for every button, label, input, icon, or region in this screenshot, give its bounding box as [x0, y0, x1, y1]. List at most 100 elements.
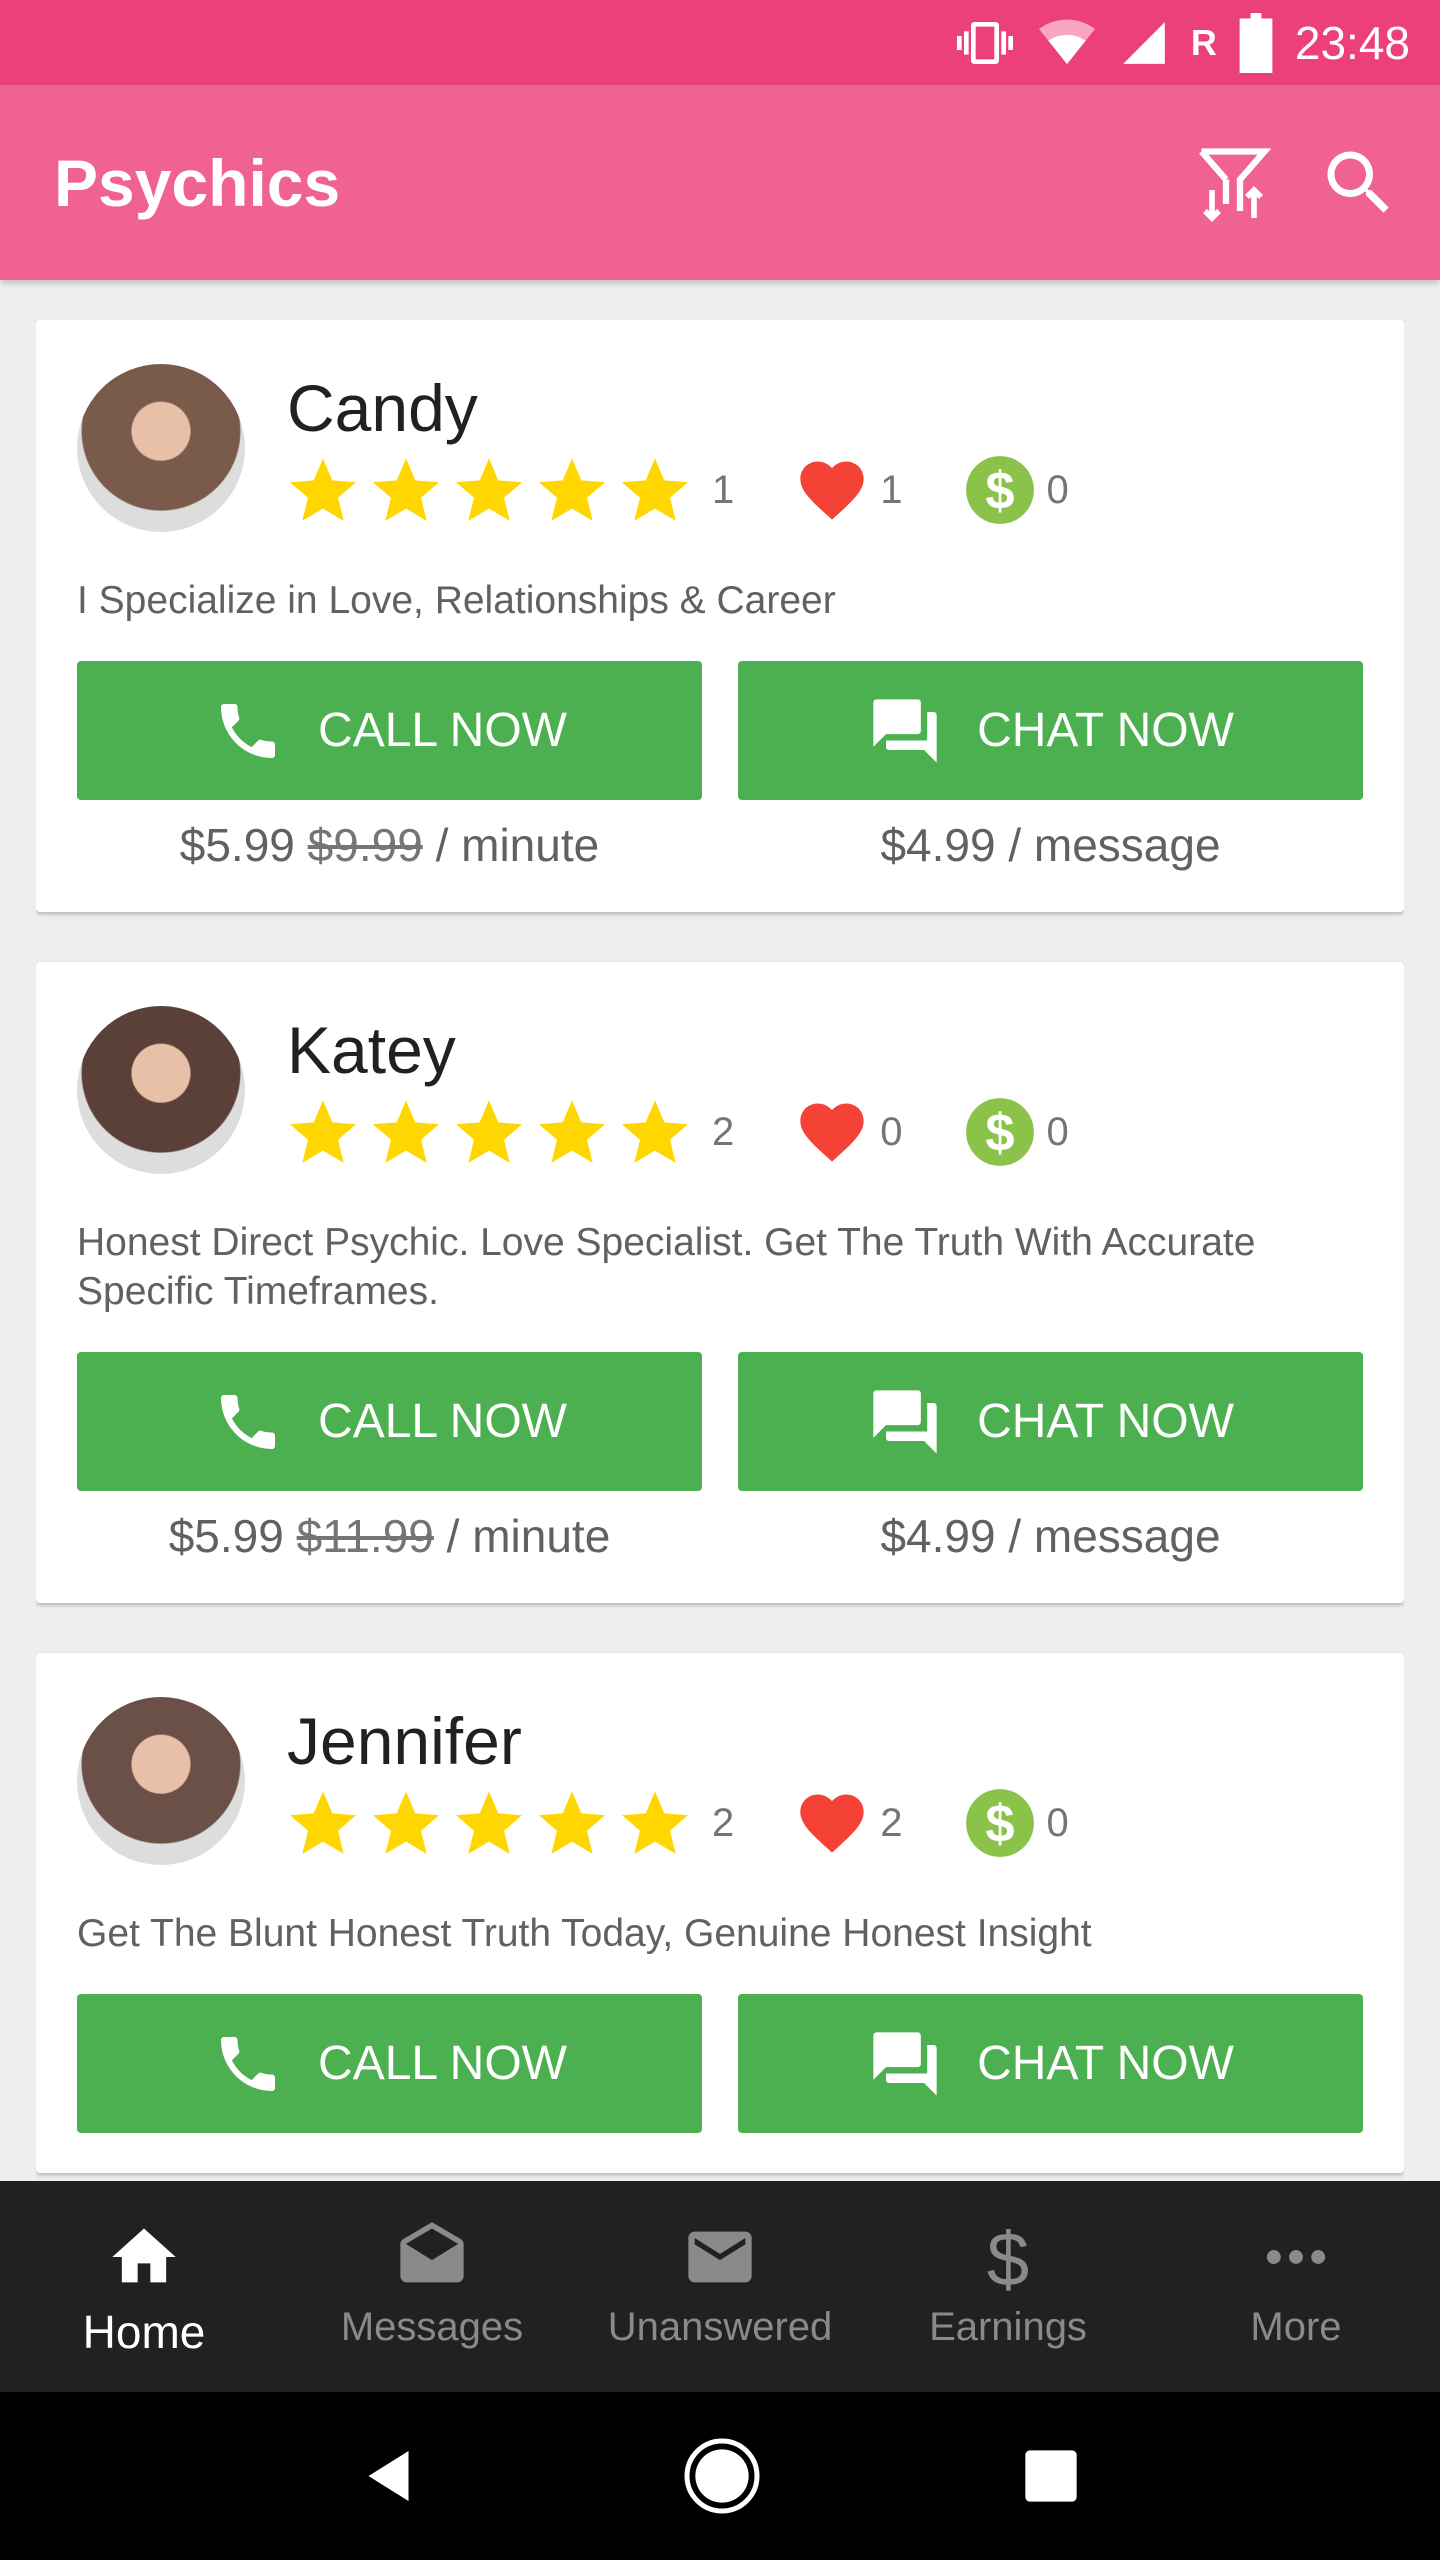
svg-text:$: $ [987, 2219, 1029, 2295]
call-price-unit: / minute [435, 819, 600, 871]
earnings-count: 0 [1046, 467, 1069, 512]
phone-icon [221, 1394, 276, 1449]
call-now-label: CALL NOW [318, 2037, 567, 2090]
bottom-navigation: Home Messages Unanswered $ Earnings More [0, 2181, 1440, 2392]
phone-icon [221, 2036, 276, 2091]
app-bar: Psychics [0, 85, 1440, 280]
chat-now-button[interactable]: CHAT NOW [738, 1352, 1363, 1491]
nav-item-more[interactable]: More [1152, 2181, 1440, 2392]
call-price-original: $11.99 [296, 1510, 434, 1562]
dollar-circle-icon: $ [965, 456, 1034, 524]
psychic-card[interactable]: Jennifer 2 2 $ 0 Get The Blunt Honest Tr… [36, 1653, 1404, 2173]
chat-now-button[interactable]: CHAT NOW [738, 661, 1363, 800]
dollar-circle-icon: $ [965, 1789, 1034, 1857]
psychic-list[interactable]: Candy 1 1 $ 0 I Specialize in Love, Rela… [36, 320, 1404, 2181]
favorite-count: 2 [880, 1800, 903, 1845]
phone-icon [221, 703, 276, 758]
call-price-original: $9.99 [307, 819, 423, 871]
call-now-button[interactable]: CALL NOW [77, 1352, 702, 1491]
favorite-count: 0 [880, 1109, 903, 1154]
star-icon [456, 458, 522, 521]
star-icon [539, 1791, 605, 1854]
psychic-card[interactable]: Katey 2 0 $ 0 Honest Direct Psychic. Lov… [36, 962, 1404, 1603]
home-circle-icon[interactable] [682, 2436, 762, 2516]
star-icon [539, 1100, 605, 1163]
search-button[interactable] [1314, 138, 1404, 228]
system-navigation-bar [0, 2392, 1440, 2560]
nav-label: Messages [340, 2305, 524, 2349]
status-bar: R 23:48 [0, 0, 1440, 85]
call-now-label: CALL NOW [318, 704, 567, 757]
dollar-icon: $ [987, 2219, 1029, 2295]
nav-item-home[interactable]: Home [0, 2181, 288, 2392]
chat-now-label: CHAT NOW [977, 2037, 1234, 2090]
nav-label: Home [82, 2306, 206, 2358]
nav-item-unanswered[interactable]: Unanswered [576, 2181, 864, 2392]
call-now-button[interactable]: CALL NOW [77, 661, 702, 800]
star-icon [456, 1100, 522, 1163]
search-icon [1327, 151, 1389, 213]
psychic-name[interactable]: Katey [287, 1010, 1129, 1090]
nav-item-earnings[interactable]: $ Earnings [864, 2181, 1152, 2392]
chat-icon [873, 698, 937, 763]
psychic-card[interactable]: Candy 1 1 $ 0 I Specialize in Love, Rela… [36, 320, 1404, 912]
star-icon [290, 458, 356, 521]
chat-now-button[interactable]: CHAT NOW [738, 1994, 1363, 2133]
nav-label: More [1250, 2305, 1342, 2349]
earnings-count: 0 [1046, 1800, 1069, 1845]
filter-sort-button[interactable] [1188, 138, 1278, 228]
call-price: $5.99 $9.99 / minute [77, 818, 702, 872]
star-icon [622, 1100, 688, 1163]
heart-icon [800, 461, 864, 520]
star-icon [622, 1791, 688, 1854]
more-icon [1266, 2250, 1326, 2264]
star-icon [373, 458, 439, 521]
envelope-icon [688, 2231, 752, 2283]
call-now-label: CALL NOW [318, 1395, 567, 1448]
svg-text:$: $ [985, 1105, 1014, 1163]
filter-sort-icon [1199, 147, 1272, 222]
clock: 23:48 [1294, 16, 1410, 69]
call-price-current: $5.99 [179, 819, 295, 871]
star-icon [456, 1791, 522, 1854]
review-count: 1 [712, 467, 735, 512]
stats-row: 1 1 $ 0 [287, 452, 1129, 528]
home-icon [112, 2228, 176, 2283]
review-count: 2 [712, 1800, 735, 1845]
call-price-current: $5.99 [168, 1510, 284, 1562]
call-now-button[interactable]: CALL NOW [77, 1994, 702, 2133]
psychic-name[interactable]: Candy [287, 368, 1129, 448]
svg-text:$: $ [985, 1796, 1014, 1854]
nav-label: Earnings [929, 2305, 1087, 2349]
nav-label: Unanswered [607, 2305, 833, 2349]
chat-now-label: CHAT NOW [977, 704, 1234, 757]
stats-row: 2 0 $ 0 [287, 1094, 1129, 1170]
star-icon [373, 1100, 439, 1163]
stats-row: 2 2 $ 0 [287, 1785, 1129, 1861]
nav-item-messages[interactable]: Messages [288, 2181, 576, 2392]
psychic-name[interactable]: Jennifer [287, 1701, 1129, 1781]
avatar[interactable] [77, 1006, 245, 1174]
avatar[interactable] [77, 1697, 245, 1865]
call-price: $5.99 $11.99 / minute [77, 1509, 702, 1563]
star-icon [290, 1791, 356, 1854]
wifi-icon [1038, 19, 1095, 64]
page-title: Psychics [54, 145, 341, 220]
psychic-description: I Specialize in Love, Relationships & Ca… [77, 579, 836, 622]
chat-icon [873, 2031, 937, 2096]
svg-text:$: $ [985, 463, 1014, 521]
heart-icon [800, 1794, 864, 1853]
chat-price: $4.99 / message [880, 819, 1221, 871]
recents-icon[interactable] [1023, 2448, 1079, 2504]
avatar[interactable] [77, 364, 245, 532]
back-icon[interactable] [361, 2446, 421, 2506]
psychic-description: Get The Blunt Honest Truth Today, Genuin… [77, 1912, 1092, 1955]
heart-icon [800, 1103, 864, 1162]
call-price-unit: / minute [446, 1510, 611, 1562]
chat-icon [873, 1389, 937, 1454]
dollar-circle-icon: $ [965, 1098, 1034, 1166]
star-icon [622, 458, 688, 521]
battery-icon [1239, 12, 1273, 73]
star-icon [373, 1791, 439, 1854]
vibrate-icon [956, 21, 1013, 64]
